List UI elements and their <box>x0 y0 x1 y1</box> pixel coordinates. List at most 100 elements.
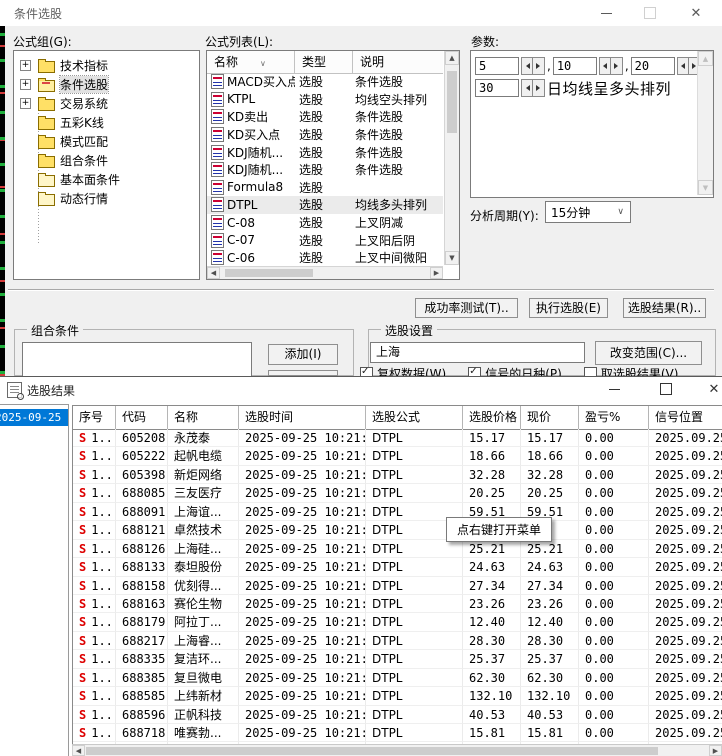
tree-item[interactable]: + 条件选股 <box>16 75 108 94</box>
header-name[interactable]: 名称∨ <box>207 51 295 73</box>
column-header-pos[interactable]: 信号位置 <box>649 406 722 429</box>
table-row[interactable]: S1..605398新炬网络2025-09-25 10:21:33DTPL32.… <box>73 466 722 484</box>
combo-condition-list[interactable] <box>22 342 252 378</box>
table-row[interactable]: S1..688718唯赛勃...2025-09-25 10:21:34DTPL1… <box>73 724 722 742</box>
formula-list[interactable]: 名称∨ 类型 说明 MACD买入点 选股 条件选股 KTPL 选股 均线空头排列… <box>206 50 460 280</box>
expand-icon[interactable]: + <box>20 60 31 71</box>
cell-name: 正帆科技 <box>168 706 239 724</box>
scroll-left-icon[interactable]: ◀ <box>207 267 220 279</box>
period-dropdown[interactable]: 15分钟 ∨ <box>545 201 631 223</box>
select-result-button[interactable]: 选股结果(R).. <box>623 298 706 318</box>
formula-row[interactable]: KTPL 选股 均线空头排列 <box>207 91 443 109</box>
formula-row[interactable]: KDJ随机... 选股 条件选股 <box>207 161 443 179</box>
formula-hscrollbar[interactable]: ◀ ▶ <box>207 266 443 279</box>
column-header-cur_price[interactable]: 现价 <box>521 406 579 429</box>
scroll-down-icon[interactable]: ▼ <box>698 180 713 195</box>
tree-item[interactable]: + 五彩K线 <box>16 113 104 132</box>
param-input-1[interactable] <box>475 57 519 75</box>
tree-item[interactable]: + 交易系统 <box>16 94 108 113</box>
tree-item[interactable]: + 技术指标 <box>16 56 108 75</box>
table-row[interactable]: S1..688133泰坦股份2025-09-25 10:21:33DTPL24.… <box>73 558 722 576</box>
folder-icon <box>38 156 55 168</box>
minimize-icon[interactable] <box>596 4 616 22</box>
tree-item[interactable]: + 模式匹配 <box>16 132 108 151</box>
close-icon[interactable]: ✕ <box>686 4 706 22</box>
close-icon[interactable]: ✕ <box>704 380 722 398</box>
results-hscrollbar[interactable]: ◀ ▶ <box>72 744 722 756</box>
tree-item[interactable]: + 基本面条件 <box>16 170 120 189</box>
table-row[interactable]: S1..688385复旦微电2025-09-25 10:21:33DTPL62.… <box>73 669 722 687</box>
param-input-3[interactable] <box>631 57 675 75</box>
formula-row[interactable]: C-07 选股 上叉阳后阴 <box>207 231 443 249</box>
column-header-code[interactable]: 代码 <box>116 406 168 429</box>
results-sidebar[interactable]: 2025-09-25 10 <box>0 404 69 756</box>
scroll-up-icon[interactable]: ▲ <box>698 51 713 66</box>
table-row[interactable]: S1..688158优刻得...2025-09-25 10:21:33DTPL2… <box>73 577 722 595</box>
cell-pos: 2025.09.25 <box>649 632 722 650</box>
cell-cur_price: 12.40 <box>521 613 579 631</box>
param-spinner-4[interactable] <box>521 79 545 97</box>
tree-item[interactable]: + 组合条件 <box>16 151 108 170</box>
header-desc[interactable]: 说明 <box>353 51 443 73</box>
table-row[interactable]: S1..688335复洁环...2025-09-25 10:21:33DTPL2… <box>73 650 722 668</box>
results-title: 选股结果 <box>27 382 75 399</box>
results-titlebar: 选股结果 ✕ <box>0 377 722 402</box>
formula-row[interactable]: Formula8 选股 <box>207 179 443 197</box>
table-row[interactable]: S1..688163赛伦生物2025-09-25 10:21:33DTPL23.… <box>73 595 722 613</box>
scroll-thumb[interactable] <box>225 269 313 277</box>
table-row[interactable]: S1..688585上纬新材2025-09-25 10:21:33DTPL132… <box>73 687 722 705</box>
scroll-up-icon[interactable]: ▲ <box>445 51 459 65</box>
table-row[interactable]: S1..688085三友医疗2025-09-25 10:21:33DTPL20.… <box>73 484 722 502</box>
param-input-2[interactable] <box>553 57 597 75</box>
tree-item-label: 基本面条件 <box>60 171 120 188</box>
column-header-time[interactable]: 选股时间 <box>239 406 366 429</box>
formula-row[interactable]: DTPL 选股 均线多头排列 <box>207 196 443 214</box>
table-row[interactable]: S1..688179阿拉丁...2025-09-25 10:21:33DTPL1… <box>73 613 722 631</box>
column-header-sel_price[interactable]: 选股价格 <box>463 406 521 429</box>
column-header-name[interactable]: 名称 <box>168 406 239 429</box>
formula-row[interactable]: KDJ随机... 选股 条件选股 <box>207 143 443 161</box>
formula-row[interactable]: C-06 选股 上叉中间微阳 <box>207 249 443 267</box>
table-row[interactable]: S1..688596正帆科技2025-09-25 10:21:33DTPL40.… <box>73 706 722 724</box>
scroll-thumb[interactable] <box>447 71 457 133</box>
formula-row[interactable]: KD卖出 选股 条件选股 <box>207 108 443 126</box>
scroll-left-icon[interactable]: ◀ <box>72 745 85 756</box>
success-rate-test-button[interactable]: 成功率测试(T).. <box>415 298 518 318</box>
formula-group-tree[interactable]: + 技术指标 + 条件选股 + 交易系统 + 五彩K线 + 模式匹配 + 组合条… <box>13 50 200 280</box>
table-row[interactable]: S1..688091上海谊...2025-09-25 10:21:33DTPL5… <box>73 503 722 521</box>
table-row[interactable]: S1..605222起帆电缆2025-09-25 10:21:33DTPL18.… <box>73 447 722 465</box>
formula-row[interactable]: C-08 选股 上叉阴减 <box>207 214 443 232</box>
param-spinner-1[interactable] <box>521 57 545 75</box>
formula-row[interactable]: MACD买入点 选股 条件选股 <box>207 73 443 91</box>
add-button[interactable]: 添加(I) <box>268 344 338 365</box>
tree-item[interactable]: + 动态行情 <box>16 189 108 208</box>
table-row[interactable]: S1..688217上海睿...2025-09-25 10:21:33DTPL2… <box>73 632 722 650</box>
param-spinner-2[interactable] <box>599 57 623 75</box>
column-header-formula[interactable]: 选股公式 <box>366 406 463 429</box>
column-header-seq[interactable]: 序号 <box>73 406 116 429</box>
expand-icon[interactable]: + <box>20 79 31 90</box>
scroll-right-icon[interactable]: ▶ <box>430 267 443 279</box>
scroll-down-icon[interactable]: ▼ <box>445 251 459 265</box>
scroll-right-icon[interactable]: ▶ <box>709 745 722 756</box>
table-row[interactable]: S1..688126上海硅...2025-09-25 10:21:33DTPL2… <box>73 540 722 558</box>
formula-vscrollbar[interactable]: ▲ ▼ <box>444 51 459 265</box>
run-select-button[interactable]: 执行选股(E) <box>529 298 608 318</box>
table-row[interactable]: S1..688121卓然技术2025-09-25 10:21:33DTPL0.0… <box>73 521 722 539</box>
minimize-icon[interactable] <box>604 380 624 398</box>
maximize-icon[interactable] <box>656 380 676 398</box>
expand-icon[interactable]: + <box>20 98 31 109</box>
table-row[interactable]: S1..605208永茂泰2025-09-25 10:21:33DTPL15.1… <box>73 429 722 447</box>
cell-time: 2025-09-25 10:21:33 <box>239 447 366 465</box>
formula-row[interactable]: KD买入点 选股 条件选股 <box>207 126 443 144</box>
change-scope-button[interactable]: 改变范围(C)... <box>595 341 702 365</box>
scope-field[interactable]: 上海 <box>370 342 585 363</box>
sidebar-selected-item[interactable]: 2025-09-25 10 <box>0 409 68 426</box>
column-header-pl[interactable]: 盈亏% <box>579 406 649 429</box>
param-input-4[interactable] <box>475 79 519 97</box>
scroll-thumb[interactable] <box>86 747 658 755</box>
cell-pl: 0.00 <box>579 484 649 502</box>
header-type[interactable]: 类型 <box>295 51 353 73</box>
params-vscrollbar[interactable]: ▲ ▼ <box>697 51 713 195</box>
cell-code: 605222 <box>116 447 168 465</box>
